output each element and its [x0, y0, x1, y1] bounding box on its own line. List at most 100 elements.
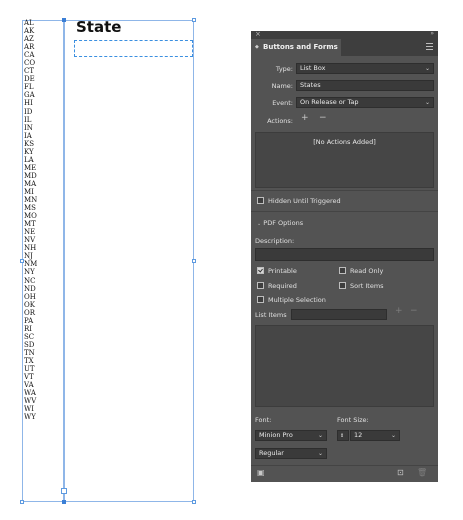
list-items-input[interactable]	[291, 309, 387, 320]
required-checkbox[interactable]	[257, 282, 264, 289]
printable-checkbox[interactable]	[257, 267, 264, 274]
font-size-label: Font Size:	[337, 416, 369, 424]
close-icon[interactable]: ×	[255, 30, 261, 38]
state-list-item: MI	[24, 187, 34, 196]
state-list-item: UT	[24, 365, 35, 374]
state-list-item: ID	[24, 107, 33, 116]
read-only-checkbox[interactable]	[339, 267, 346, 274]
preview-icon[interactable]: ▣	[257, 468, 265, 477]
tab-arrows-icon: ◆	[255, 44, 259, 50]
state-list-item: MD	[24, 171, 37, 180]
state-list-item: CT	[24, 67, 35, 76]
frame-handle[interactable]	[192, 259, 196, 263]
frame-handle[interactable]	[62, 18, 66, 22]
tab-label: Buttons and Forms	[263, 43, 338, 51]
name-label: Name:	[271, 82, 293, 90]
description-label: Description:	[255, 237, 295, 245]
required-label: Required	[268, 282, 297, 290]
remove-list-item-icon[interactable]: −	[410, 306, 418, 316]
hidden-until-triggered-checkbox[interactable]	[257, 197, 264, 204]
form-field-placeholder[interactable]	[74, 40, 193, 57]
page-title: State	[76, 18, 122, 36]
state-list-item: SD	[24, 340, 35, 349]
font-style-dropdown[interactable]: Regular ⌄	[255, 448, 327, 459]
state-list-item: CO	[24, 59, 36, 68]
state-list-item: MA	[24, 179, 37, 188]
state-list-item: MN	[24, 196, 38, 205]
pdf-options-toggle[interactable]: ⌄ PDF Options	[257, 219, 303, 227]
state-list-item: IL	[24, 115, 32, 124]
actions-list[interactable]: [No Actions Added]	[255, 132, 434, 188]
state-list-item: OH	[24, 292, 36, 301]
convert-object-icon[interactable]: ⊡	[397, 468, 404, 477]
state-list-item: TN	[24, 348, 35, 357]
state-list-item: WA	[24, 389, 36, 398]
state-list-item: AL	[24, 19, 34, 27]
state-list-item: NV	[24, 236, 36, 245]
divider	[251, 211, 438, 212]
description-input[interactable]	[255, 248, 434, 261]
collapse-icon[interactable]: »	[430, 30, 434, 37]
type-label: Type:	[275, 65, 293, 73]
frame-handle[interactable]	[62, 500, 66, 504]
state-list-item: PA	[24, 316, 34, 325]
frame-handle[interactable]	[192, 500, 196, 504]
frame-handle[interactable]	[20, 259, 24, 263]
font-size-value: 12	[354, 431, 363, 439]
state-list-item: CA	[24, 51, 35, 60]
add-list-item-icon[interactable]: +	[395, 306, 403, 316]
hidden-until-triggered-label: Hidden Until Triggered	[268, 197, 341, 205]
state-list-item: MO	[24, 212, 37, 221]
multiple-selection-checkbox[interactable]	[257, 296, 264, 303]
chevron-down-icon: ⌄	[424, 99, 430, 106]
state-list-item: SC	[24, 332, 35, 341]
pdf-options-label: PDF Options	[263, 219, 304, 227]
add-action-icon[interactable]: +	[301, 113, 309, 123]
frame-handle[interactable]	[192, 18, 196, 22]
state-list-item: GA	[24, 91, 35, 100]
state-list-item: WI	[24, 405, 34, 414]
list-items-label: List Items	[255, 311, 287, 319]
tab-buttons-and-forms[interactable]: ◆ Buttons and Forms	[251, 39, 341, 56]
state-list-item: NE	[24, 228, 36, 237]
font-value: Minion Pro	[259, 431, 293, 439]
font-dropdown[interactable]: Minion Pro ⌄	[255, 430, 327, 441]
state-list-item: MS	[24, 204, 36, 213]
chevron-down-icon: ⌄	[390, 432, 396, 439]
type-dropdown[interactable]: List Box ⌄	[296, 63, 434, 74]
state-list-item: DE	[24, 75, 35, 84]
font-size-dropdown[interactable]: 12 ⌄	[350, 430, 400, 441]
state-list-item: AR	[24, 43, 35, 52]
buttons-forms-panel: × » ◆ Buttons and Forms Type: List Box ⌄…	[251, 30, 438, 482]
read-only-label: Read Only	[350, 267, 384, 275]
state-list-item: AZ	[24, 35, 34, 44]
type-value: List Box	[300, 64, 326, 72]
font-size-stepper[interactable]: ⇕	[337, 430, 349, 441]
chevron-down-icon: ⌄	[257, 221, 262, 227]
panel-tab-row: ◆ Buttons and Forms	[251, 39, 438, 56]
divider	[251, 190, 438, 191]
event-dropdown[interactable]: On Release or Tap ⌄	[296, 97, 434, 108]
state-list-item: KS	[24, 139, 35, 148]
state-list-item: NY	[24, 268, 35, 277]
chevron-down-icon: ⌄	[424, 65, 430, 72]
state-list-item: KY	[24, 147, 34, 156]
font-label: Font:	[255, 416, 272, 424]
panel-menu-icon[interactable]	[426, 43, 433, 52]
overset-handle[interactable]	[61, 488, 67, 494]
state-list-item: TX	[24, 356, 34, 365]
trash-icon[interactable]: 🗑	[417, 468, 427, 477]
name-input[interactable]: States	[296, 80, 434, 91]
state-list-item: ME	[24, 163, 37, 172]
state-list-item: ND	[24, 284, 36, 293]
sort-items-checkbox[interactable]	[339, 282, 346, 289]
state-list-item: OK	[24, 300, 35, 309]
state-list-item: AK	[24, 27, 35, 36]
text-frame[interactable]	[64, 20, 194, 502]
chevron-down-icon: ⌄	[317, 432, 323, 439]
state-list-item: VT	[24, 373, 34, 382]
list-items-list[interactable]	[255, 325, 434, 407]
remove-action-icon[interactable]: −	[319, 113, 327, 123]
state-list-item: NM	[24, 260, 38, 269]
frame-handle[interactable]	[20, 500, 24, 504]
